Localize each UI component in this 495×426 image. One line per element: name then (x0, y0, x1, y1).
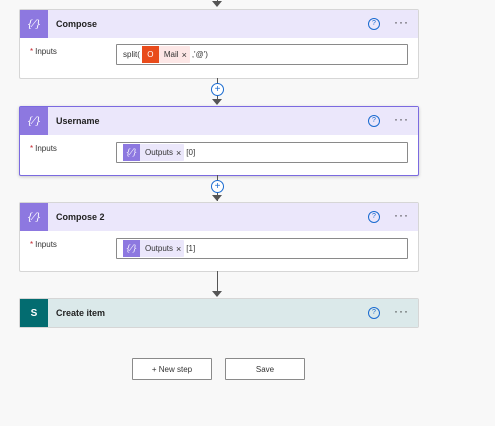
inputs-field[interactable]: split( O Mail × ,'@') (116, 44, 408, 65)
token-label: Outputs (145, 148, 174, 157)
save-button[interactable]: Save (225, 358, 305, 380)
close-icon[interactable]: × (176, 244, 184, 254)
expression-suffix: [0] (186, 148, 196, 157)
card-title: Username (56, 116, 100, 126)
curly-braces-icon: {⁄} (20, 203, 48, 231)
inputs-field[interactable]: {⁄} Outputs × [0] (116, 142, 408, 163)
help-icon[interactable]: ? (368, 18, 380, 30)
token-label: Outputs (145, 244, 174, 253)
help-icon[interactable]: ? (368, 211, 380, 223)
mail-token[interactable]: O Mail × (141, 46, 190, 63)
help-icon[interactable]: ? (368, 115, 380, 127)
card-title: Compose (56, 19, 98, 29)
username-card-header[interactable]: {⁄} Username ? ··· (20, 107, 418, 135)
insert-step-button[interactable]: + (211, 83, 224, 96)
curly-braces-icon: {⁄} (20, 10, 48, 38)
arrow-down-icon (212, 291, 222, 297)
outputs-token[interactable]: {⁄} Outputs × (123, 240, 185, 257)
insert-step-button[interactable]: + (211, 180, 224, 193)
inputs-label: * Inputs (30, 144, 57, 153)
compose-2-card[interactable]: {⁄} Compose 2 ? ··· * Inputs {⁄} Outputs … (19, 202, 419, 272)
arrow-down-icon (212, 195, 222, 201)
inputs-label: * Inputs (30, 47, 57, 56)
username-card[interactable]: {⁄} Username ? ··· * Inputs {⁄} Outputs ×… (19, 106, 419, 176)
inputs-field[interactable]: {⁄} Outputs × [1] (116, 238, 408, 259)
card-title: Compose 2 (56, 212, 105, 222)
expression-suffix: ,'@') (191, 50, 208, 59)
more-icon[interactable]: ··· (394, 305, 409, 317)
office-icon: O (141, 46, 159, 63)
token-label: Mail (163, 50, 179, 59)
sharepoint-icon: S (20, 299, 48, 327)
expression-suffix: [1] (186, 244, 196, 253)
create-item-card[interactable]: S Create item ? ··· (19, 298, 419, 328)
outputs-token[interactable]: {⁄} Outputs × (123, 144, 185, 161)
compose-card[interactable]: {⁄} Compose ? ··· * Inputs split( O Mail … (19, 9, 419, 79)
curly-braces-icon: {⁄} (20, 107, 48, 135)
more-icon[interactable]: ··· (394, 113, 409, 125)
curly-braces-icon: {⁄} (123, 144, 140, 161)
expression-prefix: split( (123, 50, 140, 59)
card-title: Create item (56, 308, 106, 318)
compose-2-card-header[interactable]: {⁄} Compose 2 ? ··· (20, 203, 418, 231)
new-step-button[interactable]: + New step (132, 358, 212, 380)
more-icon[interactable]: ··· (394, 16, 409, 28)
close-icon[interactable]: × (176, 148, 184, 158)
close-icon[interactable]: × (182, 50, 190, 60)
help-icon[interactable]: ? (368, 307, 380, 319)
arrow-down-icon (212, 1, 222, 7)
more-icon[interactable]: ··· (394, 209, 409, 221)
arrow-down-icon (212, 99, 222, 105)
inputs-label: * Inputs (30, 240, 57, 249)
compose-card-header[interactable]: {⁄} Compose ? ··· (20, 10, 418, 38)
create-item-card-header[interactable]: S Create item ? ··· (20, 299, 418, 327)
curly-braces-icon: {⁄} (123, 240, 140, 257)
